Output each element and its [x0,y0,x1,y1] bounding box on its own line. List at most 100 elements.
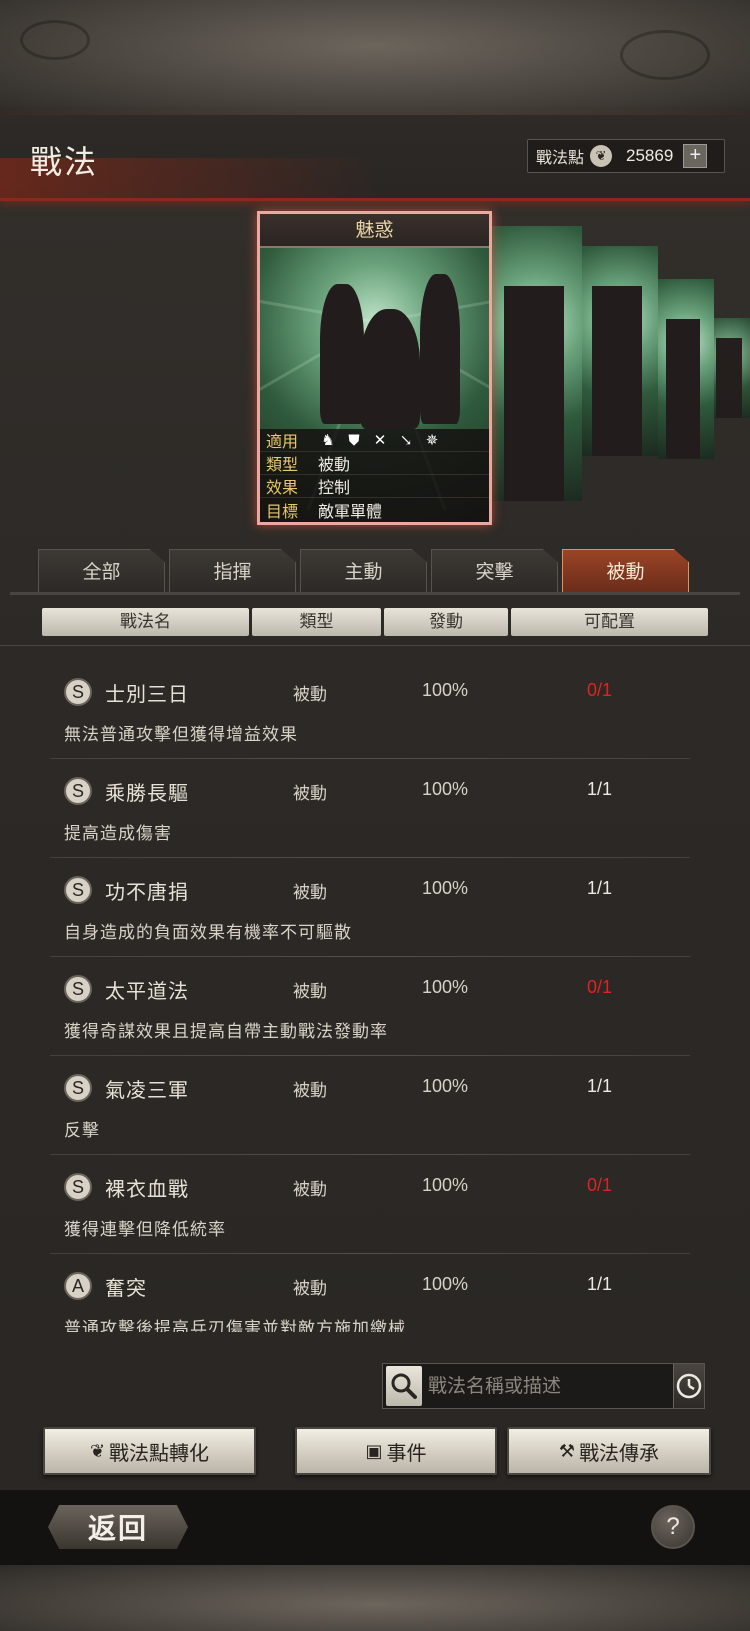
search-icon [391,1373,417,1399]
info-key-effect: 效果 [266,478,299,497]
bow-icon: ✕ [373,431,387,449]
tactic-available: 0/1 [587,680,613,700]
grade-badge: S [64,1074,92,1102]
tactic-name: 氣凌三軍 [105,1078,189,1102]
tab-assault[interactable]: 突擊 [431,549,558,593]
tactic-name: 太平道法 [105,979,189,1003]
info-key-type: 類型 [266,455,299,474]
cavalry-icon: ♞ [321,431,335,449]
grade-badge: S [64,678,92,706]
tactic-card-preview-4[interactable] [708,318,750,418]
tactic-type: 被動 [293,784,327,804]
search-input[interactable] [422,1366,673,1406]
info-val-target: 敵軍單體 [318,501,383,521]
search-button[interactable] [386,1366,422,1406]
event-label: 事件 [386,1440,427,1465]
selected-tactic-card[interactable]: 魅惑 適用 ♞ ⛊ ✕ ↘ ✵ 類型 被動 效果 控制 目標 敵軍單體 [257,211,492,525]
chariot-icon: ✵ [425,431,439,449]
tactic-description: 獲得連擊但降低統率 [64,1220,226,1240]
tactic-name: 士別三日 [105,682,189,706]
tactic-description: 自身造成的負面效果有機率不可驅散 [64,923,352,943]
add-points-button[interactable]: + [683,144,708,168]
list-item[interactable]: S 裸衣血戰 被動 100% 0/1 獲得連擊但降低統率 [50,1155,690,1254]
tab-all[interactable]: 全部 [38,549,165,593]
tab-passive[interactable]: 被動 [562,549,689,593]
column-header-type[interactable]: 類型 [252,608,381,636]
tab-active[interactable]: 主動 [300,549,427,593]
tactic-card-preview-1[interactable] [490,226,582,501]
flame-icon: ❦ [89,1440,106,1462]
list-item[interactable]: S 乘勝長驅 被動 100% 1/1 提高造成傷害 [50,759,690,858]
tactic-name: 功不唐捐 [105,880,189,904]
card-title: 魅惑 [260,214,489,248]
card-info-panel: 適用 ♞ ⛊ ✕ ↘ ✵ 類型 被動 效果 控制 目標 敵軍單體 [260,429,489,522]
grade-badge: A [64,1272,92,1300]
column-header-rate[interactable]: 發動 [384,608,508,636]
back-button[interactable]: 返回 [48,1505,188,1549]
warrior-silhouette [320,284,364,424]
list-item[interactable]: A 奮突 被動 100% 1/1 普通攻擊後提高兵刃傷害並對敵方施加繳械 [50,1254,690,1332]
tactic-type: 被動 [293,1279,327,1299]
bottom-decorative-background [0,1565,750,1631]
info-val-effect: 控制 [318,478,351,497]
convert-label: 戰法點轉化 [109,1440,210,1465]
grade-badge: S [64,777,92,805]
tactic-rate: 100% [422,779,469,799]
points-value: 25869 [626,146,674,165]
tactic-rate: 100% [422,878,469,898]
back-label: 返回 [87,1512,148,1545]
tactic-type: 被動 [293,1180,327,1200]
tabs-divider [10,592,740,595]
tactic-available: 1/1 [587,1076,613,1096]
tactic-name: 裸衣血戰 [105,1177,189,1201]
info-key-target: 目標 [266,501,299,521]
spear-icon: ↘ [399,431,413,449]
page-title: 戰法 [30,143,99,181]
tactic-type: 被動 [293,982,327,1002]
grade-badge: S [64,1173,92,1201]
tactic-type: 被動 [293,883,327,903]
inherit-tactic-button[interactable]: ⚒ 戰法傳承 [507,1427,711,1475]
column-header-available[interactable]: 可配置 [511,608,708,636]
tactic-available: 1/1 [587,878,613,898]
tactic-description: 提高造成傷害 [64,824,172,844]
tactic-list[interactable]: S 士別三日 被動 100% 0/1 無法普通攻擊但獲得增益效果 S 乘勝長驅 … [50,660,690,1332]
troop-type-icons: ♞ ⛊ ✕ ↘ ✵ [312,431,442,449]
tab-command[interactable]: 指揮 [169,549,296,593]
tactic-description: 普通攻擊後提高兵刃傷害並對敵方施加繳械 [64,1319,406,1332]
info-key-apply: 適用 [266,432,299,451]
search-bar [382,1363,705,1409]
tactic-card-preview-3[interactable] [658,279,714,459]
column-header-name[interactable]: 戰法名 [42,608,249,636]
tactic-card-preview-2[interactable] [582,246,658,456]
convert-points-button[interactable]: ❦ 戰法點轉化 [43,1427,256,1475]
grade-badge: S [64,876,92,904]
list-item[interactable]: S 氣凌三軍 被動 100% 1/1 反擊 [50,1056,690,1155]
list-item[interactable]: S 太平道法 被動 100% 0/1 獲得奇謀效果且提高自帶主動戰法發動率 [50,957,690,1056]
tactic-points-display: 戰法點 ❦ 25869 + [527,139,725,173]
history-button[interactable] [673,1364,704,1408]
top-decorative-background [0,0,750,115]
help-button[interactable]: ? [651,1505,695,1549]
tactic-description: 獲得奇謀效果且提高自帶主動戰法發動率 [64,1022,388,1042]
grade-badge: S [64,975,92,1003]
tactic-available: 1/1 [587,1274,613,1294]
tactic-name: 奮突 [105,1276,147,1300]
tactic-available: 0/1 [587,1175,613,1195]
event-button[interactable]: ▣ 事件 [295,1427,497,1475]
tactic-rate: 100% [422,1175,469,1195]
list-item[interactable]: S 功不唐捐 被動 100% 1/1 自身造成的負面效果有機率不可驅散 [50,858,690,957]
filter-tabs: 全部 指揮 主動 突擊 被動 [38,549,693,593]
inherit-label: 戰法傳承 [579,1440,660,1465]
tactic-description: 反擊 [64,1121,100,1141]
tactic-rate: 100% [422,977,469,997]
points-label: 戰法點 [536,148,585,167]
list-item[interactable]: S 士別三日 被動 100% 0/1 無法普通攻擊但獲得增益效果 [50,660,690,759]
tactic-available: 0/1 [587,977,613,997]
hammer-icon: ⚒ [558,1440,576,1462]
shield-icon: ⛊ [348,431,360,449]
tactic-name: 乘勝長驅 [105,781,189,805]
tactic-type: 被動 [293,685,327,705]
tactic-rate: 100% [422,680,469,700]
event-icon: ▣ [365,1440,383,1462]
